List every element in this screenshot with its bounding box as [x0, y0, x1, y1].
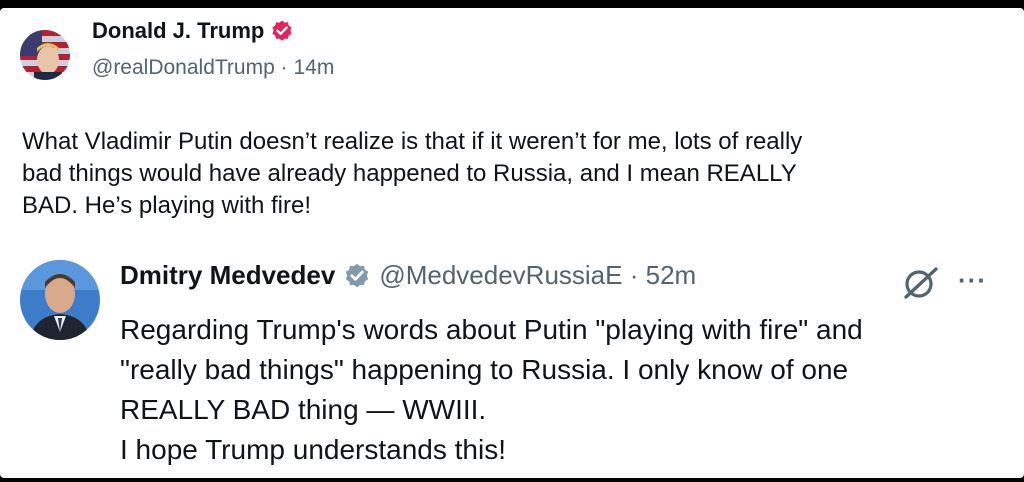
quoted-post-header: Dmitry Medvedev @MedvedevRussiaE · 52m	[120, 260, 696, 291]
author-name-row: Donald J. Trump	[92, 18, 294, 44]
quoted-author-avatar[interactable]	[20, 260, 100, 340]
post-text-line: What Vladimir Putin doesn’t realize is t…	[22, 128, 803, 155]
quoted-text-line: "really bad things" happening to Russia.…	[120, 354, 849, 385]
meta-separator: ·	[280, 56, 288, 79]
avatar-image	[20, 30, 70, 80]
author-avatar[interactable]	[20, 30, 70, 80]
post-text-line: bad things would have already happened t…	[22, 160, 797, 187]
quoted-text-line: I hope Trump understands this!	[120, 434, 506, 465]
quoted-post-text: Regarding Trump's words about Putin "pla…	[120, 310, 1010, 470]
post-text: What Vladimir Putin doesn’t realize is t…	[22, 126, 1012, 222]
grok-icon[interactable]	[900, 266, 942, 300]
quoted-author-name[interactable]: Dmitry Medvedev	[120, 260, 335, 291]
quoted-avatar-image	[20, 260, 100, 340]
quoted-text-line: REALLY BAD thing — WWIII.	[120, 394, 487, 425]
post-time[interactable]: 14m	[293, 56, 334, 79]
meta-separator: ·	[629, 260, 639, 290]
author-handle[interactable]: @realDonaldTrump	[92, 56, 275, 79]
verified-badge-icon	[270, 19, 294, 43]
verified-badge-icon	[343, 262, 371, 290]
quoted-text-line: Regarding Trump's words about Putin "pla…	[120, 314, 863, 345]
post-meta: @realDonaldTrump · 14m	[92, 56, 334, 80]
quoted-author-handle[interactable]: @MedvedevRussiaE	[379, 260, 622, 291]
author-name[interactable]: Donald J. Trump	[92, 18, 264, 44]
more-options-icon[interactable]: ···	[958, 267, 992, 294]
post-text-line: BAD. He’s playing with fire!	[22, 192, 312, 219]
post-card: Donald J. Trump @realDonaldTrump · 14m W…	[0, 8, 1024, 478]
quoted-post-time[interactable]: 52m	[646, 260, 697, 291]
